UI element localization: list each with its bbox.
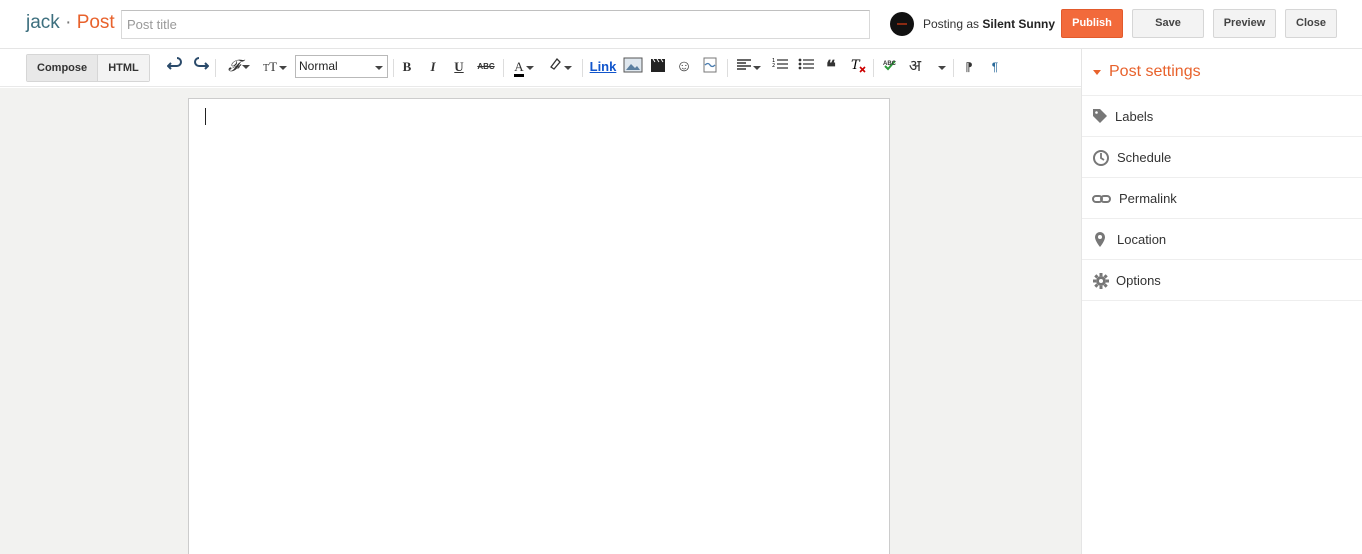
undo-icon[interactable] (166, 57, 184, 77)
highlighter-icon (550, 58, 561, 70)
quote-icon[interactable]: ❝ (822, 57, 840, 77)
text-cursor (205, 108, 206, 125)
link-button[interactable]: Link (588, 57, 618, 77)
avatar (890, 12, 914, 36)
chevron-down-icon (938, 65, 946, 70)
hindi-input-button[interactable]: अ (905, 57, 925, 77)
save-button[interactable]: Save (1132, 9, 1204, 38)
post-settings-header[interactable]: Post settings (1082, 49, 1362, 96)
chevron-down-icon (375, 66, 383, 70)
italic-button[interactable]: I (425, 57, 441, 77)
sidebar-item-label: Schedule (1117, 150, 1172, 165)
sidebar-item-location[interactable]: Location (1082, 219, 1362, 260)
preview-button[interactable]: Preview (1213, 9, 1276, 38)
brand-separator: · (65, 12, 72, 33)
pin-icon (1092, 231, 1110, 249)
close-button[interactable]: Close (1285, 9, 1337, 38)
html-mode-button[interactable]: HTML (98, 55, 149, 81)
language-dropdown[interactable] (934, 57, 948, 77)
toolbar-divider (873, 59, 874, 77)
collapse-triangle-icon (1093, 70, 1101, 75)
spell-check-label: ABC (883, 61, 896, 67)
toolbar-divider (582, 59, 583, 77)
text-color-icon: A (514, 60, 524, 77)
sidebar-item-options[interactable]: Options (1082, 260, 1362, 301)
underline-button[interactable]: U (451, 57, 467, 77)
sidebar-item-schedule[interactable]: Schedule (1082, 137, 1362, 178)
sidebar-item-permalink[interactable]: Permalink (1082, 178, 1362, 219)
gear-icon (1092, 272, 1110, 290)
clear-formatting-icon[interactable]: T (849, 57, 867, 77)
numbered-list-icon[interactable]: 12 (771, 57, 789, 77)
redo-icon[interactable] (192, 57, 210, 77)
sidebar-item-label: Options (1116, 273, 1161, 288)
top-header: jack · Post Posting as Silent Sunny Publ… (0, 0, 1362, 49)
blog-brand: jack · Post (26, 12, 115, 34)
tag-icon (1092, 108, 1110, 126)
toolbar-divider (727, 59, 728, 77)
compose-mode-button[interactable]: Compose (27, 55, 98, 81)
insert-video-icon[interactable] (649, 57, 667, 77)
editor-toolbar: Compose HTML 𝓕 TT Normal B I U ABC A Lin… (0, 49, 1081, 87)
mode-switch: Compose HTML (26, 54, 150, 82)
publish-button[interactable]: Publish (1061, 9, 1123, 38)
font-size-icon[interactable]: TT (260, 57, 290, 77)
jump-break-icon[interactable] (700, 57, 720, 77)
sidebar-item-label: Permalink (1119, 191, 1177, 206)
bulleted-list-icon[interactable] (797, 57, 815, 77)
text-color-button[interactable]: A (509, 57, 539, 77)
page-kind: Post (76, 12, 115, 33)
link-icon (1092, 190, 1111, 208)
blog-name[interactable]: jack (26, 12, 60, 33)
sidebar-item-label: Labels (1115, 109, 1154, 124)
strikethrough-button[interactable]: ABC (474, 57, 498, 77)
toolbar-divider (953, 59, 954, 77)
post-body-editor[interactable] (188, 98, 890, 554)
paragraph-format-select[interactable]: Normal (295, 55, 388, 78)
emoji-icon[interactable]: ☺ (674, 57, 694, 77)
align-icon[interactable] (734, 57, 764, 77)
user-name: Silent Sunny (982, 17, 1056, 31)
toolbar-divider (215, 59, 216, 77)
paragraph-format-value: Normal (299, 59, 338, 73)
post-settings-sidebar: Post settings Labels Schedule Permalink … (1081, 49, 1362, 554)
insert-image-icon[interactable] (622, 57, 644, 77)
svg-text:2: 2 (772, 63, 775, 69)
bold-button[interactable]: B (399, 57, 415, 77)
posting-as: Posting as Silent Sunny (923, 17, 1055, 31)
clock-icon (1092, 149, 1110, 167)
post-settings-title: Post settings (1109, 63, 1201, 80)
font-family-icon[interactable]: 𝓕 (224, 57, 254, 77)
sidebar-item-labels[interactable]: Labels (1082, 96, 1362, 137)
spell-check-button[interactable]: ABC (880, 57, 900, 77)
ltr-direction-icon[interactable]: ⁋ (960, 57, 978, 77)
svg-text:T: T (851, 58, 861, 73)
rtl-direction-icon[interactable]: ¶ (986, 57, 1004, 77)
toolbar-divider (393, 59, 394, 77)
posting-as-prefix: Posting as (923, 17, 980, 31)
toolbar-divider (503, 59, 504, 77)
sidebar-item-label: Location (1117, 232, 1167, 247)
post-title-input[interactable] (121, 10, 870, 39)
highlight-color-button[interactable] (545, 57, 575, 77)
